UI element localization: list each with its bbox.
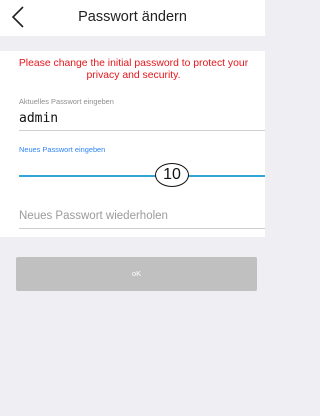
chevron-left-icon[interactable] (8, 4, 30, 30)
ok-button[interactable]: oK (16, 257, 257, 291)
repeat-password-input[interactable]: Neues Passwort wiederholen (19, 210, 168, 222)
repeat-password-underline (19, 228, 265, 229)
new-password-label: Neues Passwort eingeben (19, 145, 106, 154)
annotation-marker: 10 (155, 163, 189, 187)
new-password-input[interactable] (19, 175, 265, 177)
current-password-underline (19, 130, 265, 131)
current-password-label: Aktuelles Passwort eingeben (19, 97, 114, 106)
current-password-input[interactable]: admin (19, 111, 58, 126)
page-title: Passwort ändern (78, 9, 187, 25)
password-warning: Please change the initial password to pr… (18, 58, 249, 81)
header-bar: Passwort ändern (0, 0, 265, 36)
